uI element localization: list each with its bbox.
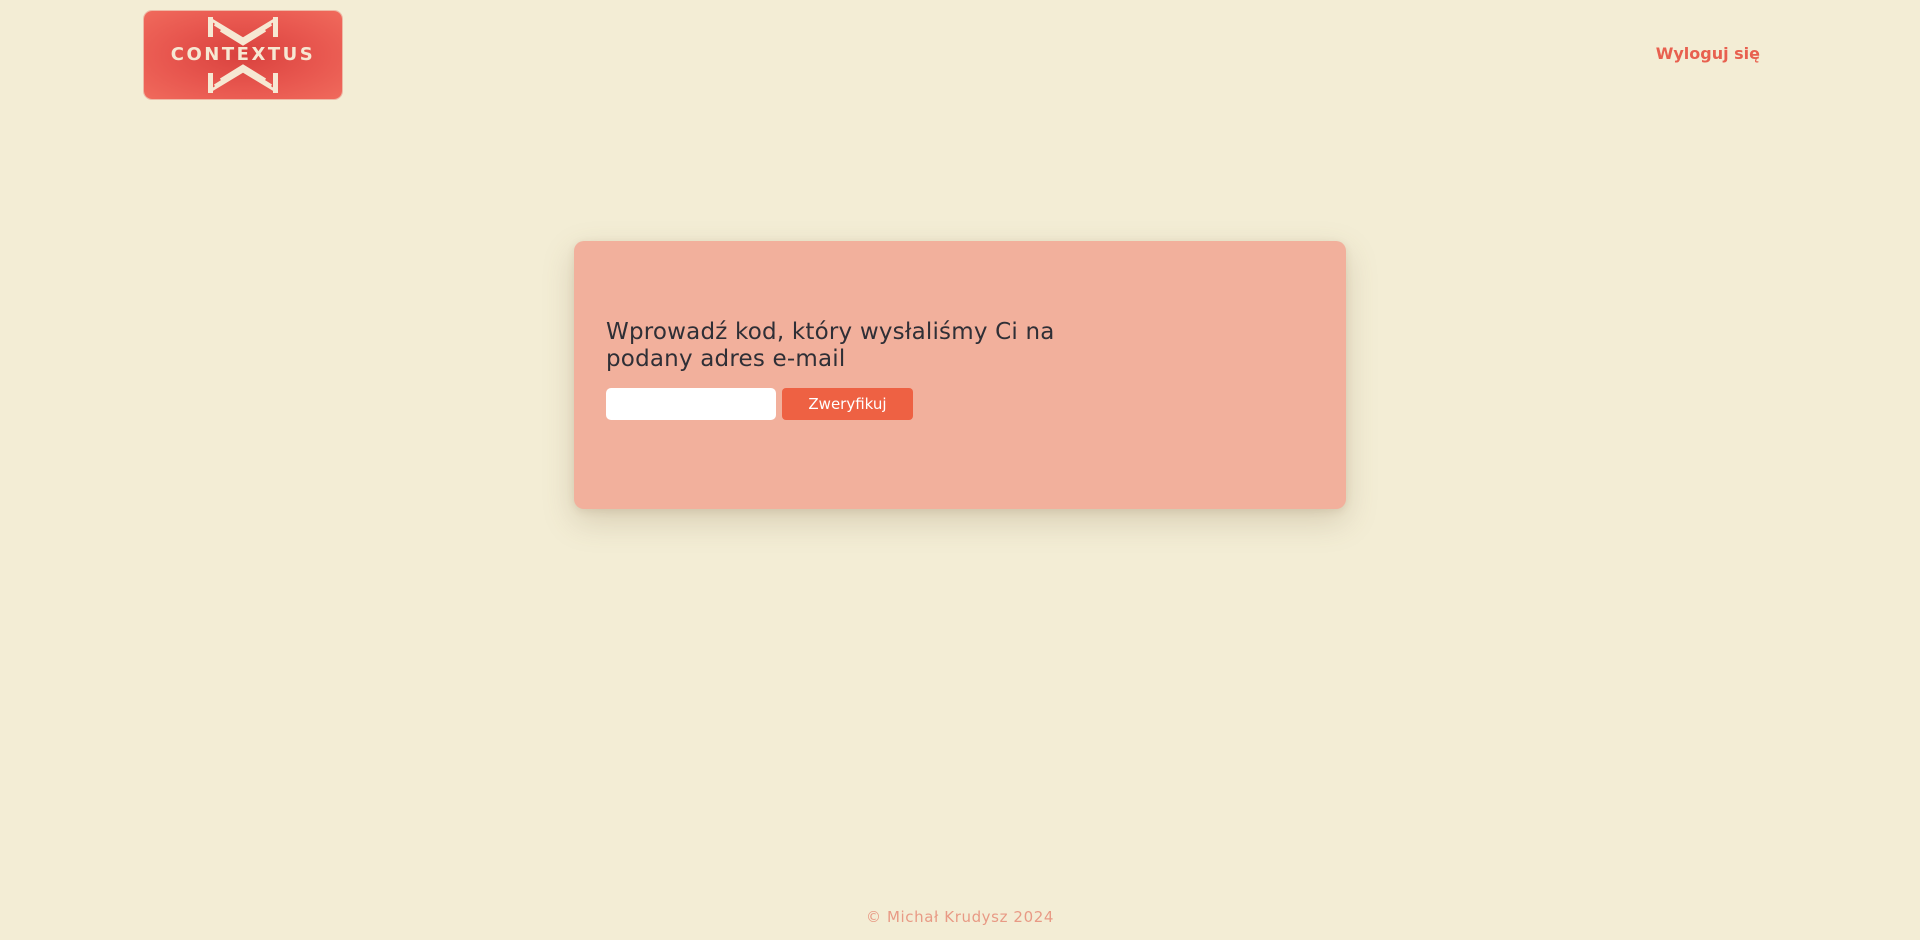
footer-copyright: © Michał Krudysz 2024 <box>866 908 1054 926</box>
logout-link[interactable]: Wyloguj się <box>1656 42 1760 66</box>
logo-text: CONTEXTUS <box>170 44 316 65</box>
verify-card: Wprowadź kod, który wysłaliśmy Ci na pod… <box>574 241 1346 509</box>
verification-code-input[interactable] <box>606 388 776 420</box>
verify-button[interactable]: Zweryfikuj <box>782 388 913 420</box>
contextus-logo[interactable]: CONTEXTUS <box>144 11 342 99</box>
page: CONTEXTUS Wyloguj się Wprowadź kod, któr… <box>0 0 1920 940</box>
header: CONTEXTUS Wyloguj się <box>0 0 1920 110</box>
verify-card-title: Wprowadź kod, który wysłaliśmy Ci na pod… <box>606 319 1055 372</box>
